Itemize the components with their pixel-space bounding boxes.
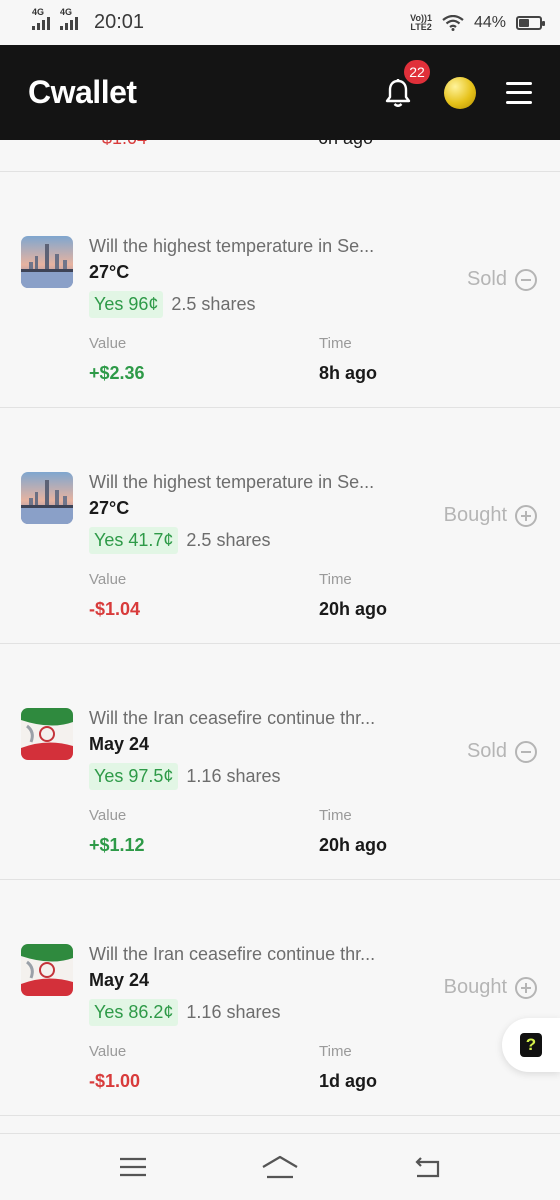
minus-circle-icon (515, 740, 537, 763)
notifications-button[interactable]: 22 (382, 59, 430, 110)
iran-flag-thumbnail (21, 944, 73, 996)
position-value: +$2.36 (89, 363, 145, 383)
market-question: Will the Iran ceasefire continue thr... (89, 944, 376, 964)
nav-menu-icon (120, 1157, 147, 1177)
outcome-price-chip: Yes 97.5¢ (89, 763, 179, 790)
position-card[interactable]: Will the highest temperature in Se... 27… (0, 172, 560, 408)
time-label: Time (319, 1043, 352, 1060)
clock: 20:01 (94, 11, 145, 33)
outcome-price-chip: Yes 41.7¢ (89, 527, 179, 554)
shares-count: 1.16 shares (186, 766, 281, 786)
cwallet-logo[interactable]: Cwallet (28, 74, 137, 111)
value-label: Value (89, 807, 127, 824)
shares-count: 1.16 shares (186, 1002, 281, 1022)
value-label: Value (89, 1043, 127, 1060)
market-outcome-label: 27°C (89, 498, 130, 518)
signal-1-icon: 4G (32, 7, 50, 30)
time-label: Time (319, 335, 352, 352)
iran-flag-thumbnail (21, 708, 73, 760)
position-card[interactable]: Will the Iran ceasefire continue thr... … (0, 880, 560, 1116)
shares-count: 2.5 shares (171, 294, 256, 314)
value-label: Value (89, 335, 127, 352)
status-bar: 4G 4G 20:01 Vo))1 LTE2 44% (0, 0, 560, 45)
time-label: Time (319, 571, 352, 588)
app-header: Cwallet 22 (0, 45, 560, 140)
nav-home-icon (262, 1155, 298, 1179)
market-question: Will the Iran ceasefire continue thr... (89, 708, 376, 728)
volte-indicator: Vo))1 LTE2 (410, 13, 432, 32)
battery-icon (516, 15, 545, 30)
status-label: Bought (443, 504, 507, 526)
notification-badge: 22 (404, 59, 430, 84)
nav-menu-button[interactable] (110, 1147, 156, 1187)
partial-list-item[interactable]: -$1.04 6h ago (0, 140, 560, 172)
network-type-1: 4G (32, 6, 45, 17)
position-card[interactable]: Will the Iran ceasefire continue thr... … (0, 644, 560, 880)
position-time: 6h ago (318, 140, 373, 149)
nav-back-button[interactable] (404, 1147, 450, 1187)
time-label: Time (319, 807, 352, 824)
network-type-2: 4G (60, 6, 73, 17)
position-time: 1d ago (319, 1071, 378, 1091)
position-time: 8h ago (319, 363, 378, 383)
signal-2-icon: 4G (60, 7, 78, 30)
position-value: +$1.12 (89, 835, 145, 855)
plus-circle-icon (515, 976, 537, 999)
status-label: Sold (466, 740, 507, 762)
trade-status[interactable]: Sold (467, 268, 537, 291)
seoul-skyline-thumbnail (21, 472, 73, 524)
help-button[interactable]: ? (502, 1018, 560, 1072)
wifi-icon (442, 14, 464, 31)
battery-percent: 44% (473, 13, 506, 31)
status-label: Bought (443, 976, 507, 998)
outcome-price-chip: Yes 86.2¢ (89, 999, 179, 1026)
position-time: 20h ago (319, 599, 388, 619)
trade-status[interactable]: Bought (444, 976, 537, 999)
nav-back-icon (415, 1157, 439, 1178)
minus-circle-icon (515, 268, 537, 291)
positions-list[interactable]: -$1.04 6h ago Will the highest temperatu… (0, 140, 560, 1133)
nav-home-button[interactable] (257, 1147, 303, 1187)
position-value: -$1.04 (89, 599, 141, 619)
market-question: Will the highest temperature in Se... (89, 472, 375, 492)
plus-circle-icon (515, 504, 537, 527)
avatar[interactable] (444, 76, 476, 109)
market-outcome-label: 27°C (89, 262, 130, 282)
value-label: Value (89, 571, 127, 588)
shares-count: 2.5 shares (186, 530, 271, 550)
hamburger-menu-icon[interactable] (506, 81, 532, 104)
system-nav-bar (0, 1133, 560, 1200)
volte-bottom: LTE2 (410, 21, 432, 32)
position-card[interactable]: Will the highest temperature in Se... 27… (0, 408, 560, 644)
market-outcome-label: May 24 (89, 734, 150, 754)
trade-status[interactable]: Bought (444, 504, 537, 527)
bell-icon (385, 78, 411, 107)
trade-status[interactable]: Sold (467, 740, 537, 763)
position-value: -$1.04 (96, 140, 147, 149)
position-value: -$1.00 (89, 1071, 141, 1091)
market-question: Will the highest temperature in Se... (89, 236, 375, 256)
status-label: Sold (466, 268, 507, 290)
help-icon: ? (520, 1033, 542, 1057)
position-time: 20h ago (319, 835, 388, 855)
outcome-price-chip: Yes 96¢ (89, 291, 164, 318)
seoul-skyline-thumbnail (21, 236, 73, 288)
market-outcome-label: May 24 (89, 970, 150, 990)
